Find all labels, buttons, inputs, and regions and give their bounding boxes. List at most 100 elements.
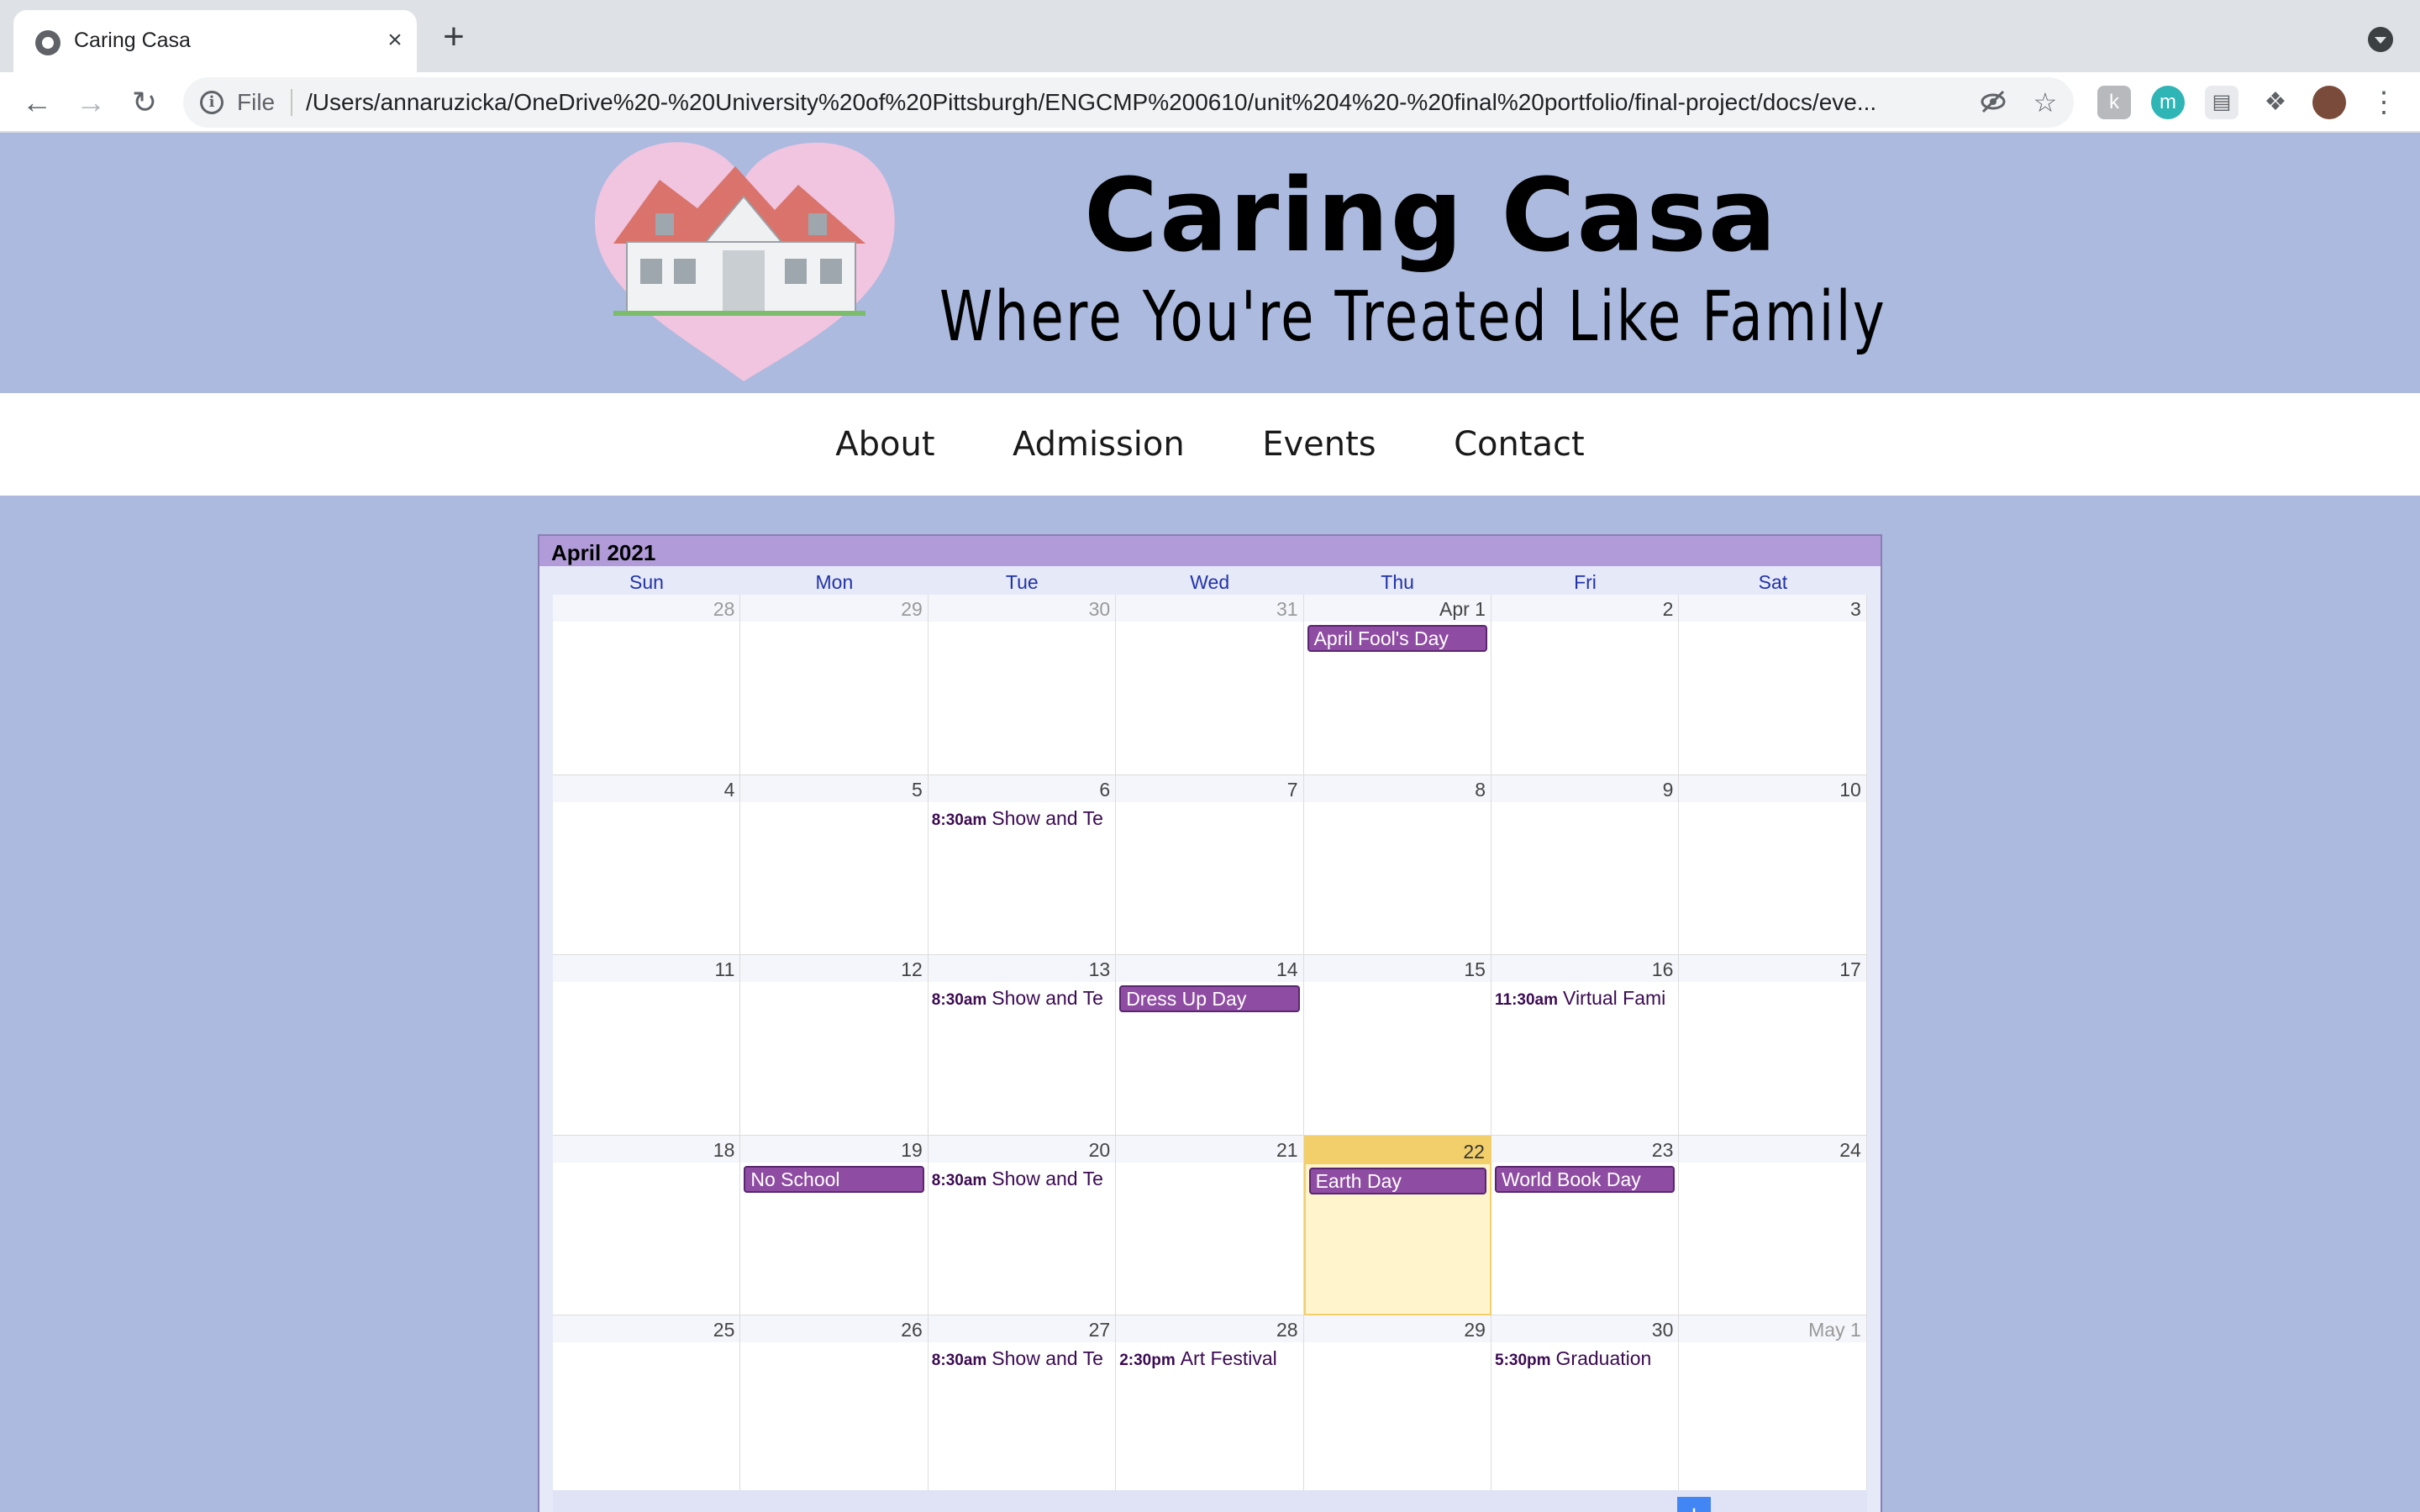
all-day-event[interactable]: No School <box>744 1165 924 1193</box>
timed-event[interactable]: 5:30pm Graduation <box>1495 1346 1678 1373</box>
all-day-event[interactable]: World Book Day <box>1495 1165 1676 1193</box>
calendar-day-cell[interactable]: 13 8:30am Show and Te <box>928 955 1117 1136</box>
calendar-day-cell[interactable]: 18 <box>553 1135 741 1315</box>
day-number: 6 <box>928 774 1116 802</box>
day-number: 5 <box>740 774 928 802</box>
browser-tab[interactable]: Caring Casa × <box>13 10 417 72</box>
calendar-day-cell[interactable]: Apr 1 April Fool's Day <box>1303 595 1491 775</box>
url-scheme: File <box>237 89 276 115</box>
day-number: 10 <box>1679 774 1866 802</box>
nav-about[interactable]: About <box>835 393 934 496</box>
timed-event[interactable]: 8:30am Show and Te <box>932 985 1115 1012</box>
nav-admission[interactable]: Admission <box>1013 393 1185 496</box>
calendar-day-cell[interactable]: 6 8:30am Show and Te <box>928 774 1117 955</box>
extension-doc-icon[interactable]: ▤ <box>2205 86 2238 119</box>
calendar-day-cell[interactable]: 31 <box>1116 595 1304 775</box>
timed-event[interactable]: 8:30am Show and Te <box>932 806 1115 832</box>
timed-event[interactable]: 8:30am Show and Te <box>932 1346 1115 1373</box>
calendar-day-cell[interactable]: 15 <box>1303 955 1491 1136</box>
kebab-menu-icon[interactable]: ⋮ <box>2370 84 2398 121</box>
eye-off-icon[interactable] <box>1978 87 2008 118</box>
calendar-day-cell[interactable]: 12 <box>740 955 929 1136</box>
day-number: 22 <box>1305 1137 1490 1164</box>
nav-contact[interactable]: Contact <box>1454 393 1585 496</box>
day-number: 11 <box>553 955 740 982</box>
globe-icon <box>35 30 60 55</box>
day-number: 30 <box>928 595 1116 622</box>
event-title: Virtual Fami <box>1563 987 1666 1009</box>
tab-search-icon[interactable] <box>2368 27 2393 52</box>
timed-event[interactable]: 2:30pm Art Festival <box>1119 1346 1302 1373</box>
calendar-day-cell[interactable]: 5 <box>740 774 929 955</box>
nav-events[interactable]: Events <box>1262 393 1376 496</box>
calendar-day-cell[interactable]: 23 World Book Day <box>1491 1135 1680 1315</box>
calendar-day-cell[interactable]: 19 No School <box>740 1135 929 1315</box>
day-of-week-mon: Mon <box>815 571 854 593</box>
day-number: 26 <box>740 1315 928 1342</box>
calendar-day-cell[interactable]: 30 <box>928 595 1117 775</box>
calendar-day-cell[interactable]: 26 <box>740 1315 929 1496</box>
info-icon[interactable]: i <box>200 91 224 114</box>
back-arrow-icon[interactable]: ← <box>17 82 57 123</box>
day-number: 27 <box>928 1315 1116 1342</box>
day-number: 30 <box>1491 1315 1679 1342</box>
puzzle-icon[interactable]: ❖ <box>2259 86 2292 119</box>
star-icon[interactable]: ☆ <box>2030 87 2060 118</box>
calendar-day-cell[interactable]: 21 <box>1116 1135 1304 1315</box>
timed-event[interactable]: 11:30am Virtual Fami <box>1495 985 1678 1012</box>
all-day-event[interactable]: Dress Up Day <box>1119 985 1300 1012</box>
forward-arrow-icon[interactable]: → <box>71 82 111 123</box>
calendar-day-cell[interactable]: 9 <box>1491 774 1680 955</box>
day-of-week-sun: Sun <box>629 571 664 593</box>
calendar-day-cell[interactable]: 28 2:30pm Art Festival <box>1116 1315 1304 1496</box>
calendar-day-cell[interactable]: 30 5:30pm Graduation <box>1491 1315 1680 1496</box>
day-number: 2 <box>1491 595 1679 622</box>
calendar-day-cell[interactable]: 28 <box>553 595 741 775</box>
calendar-month-title: April 2021 <box>539 536 1881 566</box>
tab-title: Caring Casa <box>74 29 191 52</box>
day-number: 18 <box>553 1135 740 1163</box>
profile-avatar[interactable] <box>2312 86 2346 119</box>
new-tab-button[interactable]: + <box>437 18 471 55</box>
calendar-day-cell[interactable]: 24 <box>1679 1135 1867 1315</box>
timed-event[interactable]: 8:30am Show and Te <box>932 1166 1115 1193</box>
calendar-day-cell[interactable]: 7 <box>1116 774 1304 955</box>
calendar-day-cell[interactable]: 14 Dress Up Day <box>1116 955 1304 1136</box>
calendar-day-cell[interactable]: 25 <box>553 1315 741 1496</box>
calendar-day-cell[interactable]: 11 <box>553 955 741 1136</box>
day-number: 17 <box>1679 955 1866 982</box>
calendar-day-cell[interactable]: 29 <box>1303 1315 1491 1496</box>
day-number: May 1 <box>1679 1315 1866 1342</box>
day-number: 20 <box>928 1135 1116 1163</box>
calendar-day-cell[interactable]: 8 <box>1303 774 1491 955</box>
address-bar[interactable]: i File /Users/annaruzicka/OneDrive%20-%2… <box>183 77 2074 128</box>
calendar-day-cell[interactable]: 27 8:30am Show and Te <box>928 1315 1117 1496</box>
event-time: 8:30am <box>931 991 987 1009</box>
all-day-event[interactable]: April Fool's Day <box>1307 625 1487 652</box>
all-day-event[interactable]: Earth Day <box>1308 1167 1486 1194</box>
google-calendar-badge[interactable]: + <box>1677 1497 1711 1512</box>
house-heart-logo[interactable] <box>580 133 908 385</box>
calendar-day-cell[interactable]: 10 <box>1679 774 1867 955</box>
event-time: 8:30am <box>931 811 987 829</box>
calendar-day-cell[interactable]: 2 <box>1491 595 1680 775</box>
extension-k-icon[interactable]: k <box>2097 86 2131 119</box>
calendar-day-cell[interactable]: 17 <box>1679 955 1867 1136</box>
day-number: 12 <box>740 955 928 982</box>
site-title: Caring Casa <box>1084 158 1778 275</box>
reload-icon[interactable]: ↻ <box>124 82 165 123</box>
url-text[interactable]: /Users/annaruzicka/OneDrive%20-%20Univer… <box>306 89 1944 116</box>
calendar-day-cell[interactable]: 20 8:30am Show and Te <box>928 1135 1117 1315</box>
calendar-day-cell[interactable]: 16 11:30am Virtual Fami <box>1491 955 1680 1136</box>
calendar-day-cell[interactable]: 3 <box>1679 595 1867 775</box>
calendar-day-cell[interactable]: May 1 <box>1679 1315 1867 1496</box>
close-tab-icon[interactable]: × <box>380 25 410 55</box>
event-title: Show and Te <box>992 1167 1103 1189</box>
calendar-day-cell[interactable]: 29 <box>740 595 929 775</box>
calendar-day-cell[interactable]: 4 <box>553 774 741 955</box>
day-of-week-thu: Thu <box>1381 571 1414 593</box>
address-divider <box>291 89 292 116</box>
calendar-day-today[interactable]: 22 Earth Day <box>1303 1135 1491 1315</box>
day-number: Apr 1 <box>1303 595 1491 622</box>
extension-m-icon[interactable]: m <box>2151 86 2185 119</box>
